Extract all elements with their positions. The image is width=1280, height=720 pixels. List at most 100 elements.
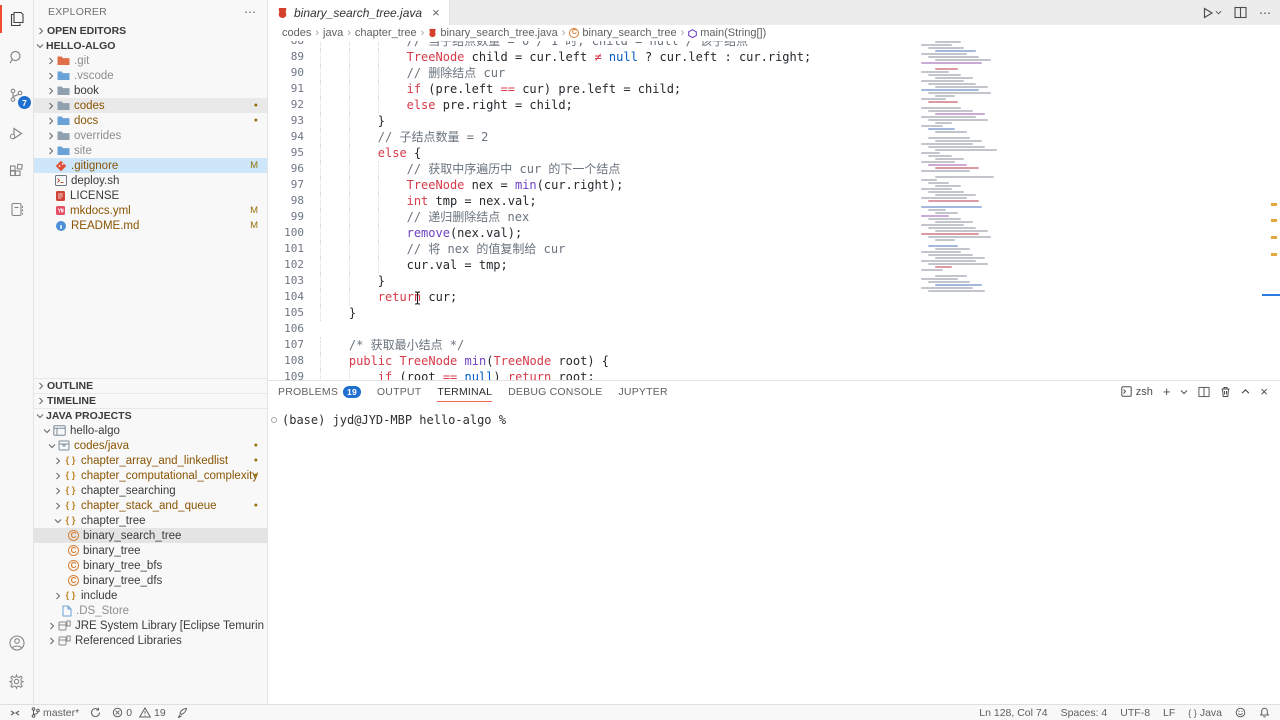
tree-item-chapter-searching[interactable]: { }chapter_searching (34, 483, 267, 498)
tree-item-deploy-sh[interactable]: deploy.sh (34, 173, 267, 188)
tree-item--gitignore[interactable]: .gitignoreM (34, 158, 267, 173)
shell-script-icon (55, 175, 67, 186)
chevron-right-icon (48, 637, 56, 645)
split-editor-icon[interactable] (1234, 6, 1247, 19)
breadcrumb-item[interactable]: java (323, 27, 343, 39)
cursor-position[interactable]: Ln 128, Col 74 (979, 707, 1047, 719)
eol[interactable]: LF (1163, 707, 1175, 719)
notifications-status[interactable] (1259, 707, 1270, 718)
panel-tab-problems[interactable]: PROBLEMS19 (278, 381, 361, 402)
branch-icon (31, 707, 40, 718)
views-more-actions-icon[interactable]: ⋯ (244, 5, 257, 19)
feedback-status[interactable] (1235, 707, 1246, 718)
run-debug-icon[interactable] (0, 114, 33, 152)
section-hello-algo[interactable]: HELLO-ALGO (34, 38, 267, 53)
panel-tab-terminal[interactable]: TERMINAL (437, 381, 492, 402)
panel-tab-jupyter[interactable]: JUPYTER (618, 381, 667, 402)
panel-tab-output[interactable]: OUTPUT (377, 381, 421, 402)
indentation[interactable]: Spaces: 4 (1061, 707, 1108, 719)
java-mode-status[interactable] (177, 707, 188, 718)
tab-binary-search-tree[interactable]: binary_search_tree.java × (268, 0, 450, 25)
chevron-down-icon (36, 412, 44, 420)
run-file-button[interactable] (1202, 7, 1222, 19)
feedback-smiley-icon (1235, 707, 1246, 718)
sidebar-title: EXPLORER (48, 6, 107, 18)
tree-item-site[interactable]: site (34, 143, 267, 158)
tree-item-chapter-array-and-linkedlist[interactable]: { }chapter_array_and_linkedlist● (34, 453, 267, 468)
section-timeline[interactable]: TIMELINE (34, 393, 267, 408)
braces-icon: { } (64, 485, 77, 496)
notebook-icon[interactable] (0, 190, 33, 228)
tree-item-chapter-tree[interactable]: { }chapter_tree (34, 513, 267, 528)
terminal[interactable]: (base) jyd@JYD-MBP hello-algo % (268, 402, 1280, 427)
tree-item-license[interactable]: LICENSE (34, 188, 267, 203)
problems-status[interactable]: 0 19 (112, 707, 166, 719)
tree-item-codes-java[interactable]: codes/java● (34, 438, 267, 453)
folder-icon (57, 130, 70, 141)
folder-icon (57, 145, 70, 156)
git-branch-status[interactable]: master* (31, 707, 79, 719)
encoding[interactable]: UTF-8 (1120, 707, 1150, 719)
new-terminal-button[interactable]: + (1163, 384, 1171, 399)
tree-item-binary-tree-dfs[interactable]: Cbinary_tree_dfs (34, 573, 267, 588)
folder-icon (57, 115, 70, 126)
source-control-icon[interactable]: 7 (0, 76, 33, 114)
chevron-down-icon (43, 427, 51, 435)
tree-item-include[interactable]: { }include (34, 588, 267, 603)
maximize-panel-icon[interactable] (1241, 387, 1250, 396)
file-icon (62, 605, 72, 617)
tree-item-jre-system-library-eclipse-temurin-17-17[interactable]: JRE System Library [Eclipse Temurin 17 [… (34, 618, 267, 633)
tree-item-hello-algo[interactable]: hello-algo (34, 423, 267, 438)
tree-item-codes[interactable]: codes● (34, 98, 267, 113)
tree-item-docs[interactable]: docs● (34, 113, 267, 128)
chevron-right-icon (47, 57, 55, 65)
account-icon[interactable] (0, 624, 33, 662)
tree-item--vscode[interactable]: .vscode (34, 68, 267, 83)
tree-item-mkdocs-yml[interactable]: mkdocs.ymlM (34, 203, 267, 218)
explorer-icon[interactable] (0, 0, 33, 38)
tree-item-binary-tree[interactable]: Cbinary_tree (34, 543, 267, 558)
sync-icon (90, 707, 101, 718)
braces-icon: { } (64, 590, 77, 601)
terminal-dropdown-icon[interactable] (1180, 388, 1188, 396)
section-java-projects[interactable]: JAVA PROJECTS (34, 408, 267, 423)
remote-indicator[interactable] (10, 708, 20, 718)
split-terminal-icon[interactable] (1198, 386, 1210, 398)
tree-item--ds-store[interactable]: .DS_Store (34, 603, 267, 618)
tree-item-readme-md[interactable]: README.mdM (34, 218, 267, 233)
chevron-right-icon (47, 72, 55, 80)
tree-item-binary-tree-bfs[interactable]: Cbinary_tree_bfs (34, 558, 267, 573)
settings-gear-icon[interactable] (0, 662, 33, 700)
overview-cursor-line (1262, 294, 1280, 296)
library-jar-icon (58, 620, 71, 631)
bottom-panel: PROBLEMS19 OUTPUT TERMINAL DEBUG CONSOLE JUP… (268, 380, 1280, 704)
sync-status[interactable] (90, 707, 101, 718)
breadcrumb-item[interactable]: chapter_tree (355, 27, 417, 39)
breadcrumb-item[interactable]: main(String[]) (688, 27, 766, 39)
extensions-icon[interactable] (0, 152, 33, 190)
editor-more-actions-icon[interactable]: ⋯ (1259, 6, 1272, 20)
folder-icon (57, 85, 70, 96)
tree-item-chapter-computational-complexity[interactable]: { }chapter_computational_complexity● (34, 468, 267, 483)
section-outline[interactable]: OUTLINE (34, 378, 267, 393)
breadcrumb-item[interactable]: codes (282, 27, 311, 39)
close-panel-icon[interactable]: × (1260, 384, 1268, 399)
kill-terminal-trash-icon[interactable] (1220, 386, 1231, 398)
terminal-shell-picker[interactable]: zsh (1121, 386, 1153, 398)
language-mode[interactable]: { } Java (1188, 707, 1222, 719)
tree-item-book[interactable]: book (34, 83, 267, 98)
tree-item-referenced-libraries[interactable]: Referenced Libraries (34, 633, 267, 648)
tab-close-icon[interactable]: × (432, 5, 440, 20)
section-open-editors[interactable]: OPEN EDITORS (34, 23, 267, 38)
tree-item--git[interactable]: .git (34, 53, 267, 68)
search-icon[interactable] (0, 38, 33, 76)
breadcrumb-item[interactable]: binary_search_tree.java (428, 27, 557, 39)
license-icon (55, 190, 66, 202)
panel-tab-debug-console[interactable]: DEBUG CONSOLE (508, 381, 602, 402)
tree-item-overrides[interactable]: overrides (34, 128, 267, 143)
tree-item-binary-search-tree[interactable]: Cbinary_search_tree (34, 528, 267, 543)
explorer-sidebar: EXPLORER ⋯ OPEN EDITORS HELLO-ALGO .git.… (34, 0, 268, 704)
breadcrumb-item[interactable]: Cbinary_search_tree (569, 27, 676, 39)
tree-item-chapter-stack-and-queue[interactable]: { }chapter_stack_and_queue● (34, 498, 267, 513)
class-symbol-icon: C (569, 28, 579, 38)
